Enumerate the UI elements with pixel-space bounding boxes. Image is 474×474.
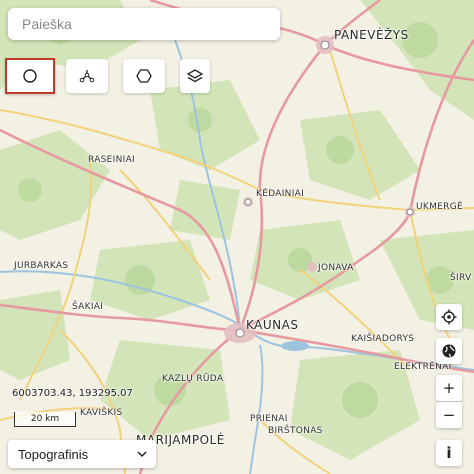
city-label-raseiniai: RASEINIAI (88, 155, 135, 165)
search-input[interactable] (20, 15, 264, 33)
city-label-panevezys: PANEVĖŽYS (334, 28, 409, 42)
polyline-icon (79, 70, 95, 83)
zoom-in-button[interactable]: + (436, 375, 462, 401)
base-layer-value: Topografinis (18, 446, 89, 462)
layers-icon (187, 69, 203, 83)
draw-circle-button[interactable] (5, 58, 55, 94)
zoom-out-button[interactable]: − (436, 402, 462, 428)
city-label-birstonas: BIRŠTONAS (268, 426, 323, 436)
city-label-jonava: JONAVA (318, 263, 354, 273)
search-bar[interactable] (8, 8, 280, 40)
city-label-sirvintos: ŠIRV (450, 273, 472, 283)
hexagon-icon (136, 69, 152, 83)
city-label-kaunas: KAUNAS (246, 318, 299, 332)
city-label-kazlu-ruda: KAZLŲ RŪDA (162, 374, 224, 384)
city-label-kaviskis: KAVIŠKIS (80, 408, 123, 418)
base-layer-select[interactable]: Topografinis (8, 440, 156, 468)
city-label-kaisiadorys: KAIŠIADORYS (351, 334, 415, 344)
draw-line-button[interactable] (66, 59, 108, 93)
city-label-prienai: PRIENAI (250, 414, 288, 424)
coordinates-readout: 6003703.43, 193295.07 (12, 388, 133, 399)
city-label-ukmerge: UKMERGĖ (416, 202, 463, 212)
circle-icon (23, 69, 37, 83)
city-label-jurbarkas: JURBARKAS (14, 261, 69, 271)
scale-bar: 20 km (14, 412, 76, 427)
globe-icon (442, 344, 456, 358)
locate-icon (441, 309, 457, 325)
locate-button[interactable] (436, 304, 462, 330)
globe-button[interactable] (436, 338, 462, 364)
city-label-sakiai: ŠAKIAI (72, 302, 104, 312)
chevron-down-icon (137, 451, 147, 458)
draw-polygon-button[interactable] (123, 59, 165, 93)
layers-button[interactable] (180, 59, 210, 93)
info-button[interactable]: i (436, 440, 462, 466)
city-label-kedainiai: KĖDAINIAI (256, 189, 305, 199)
